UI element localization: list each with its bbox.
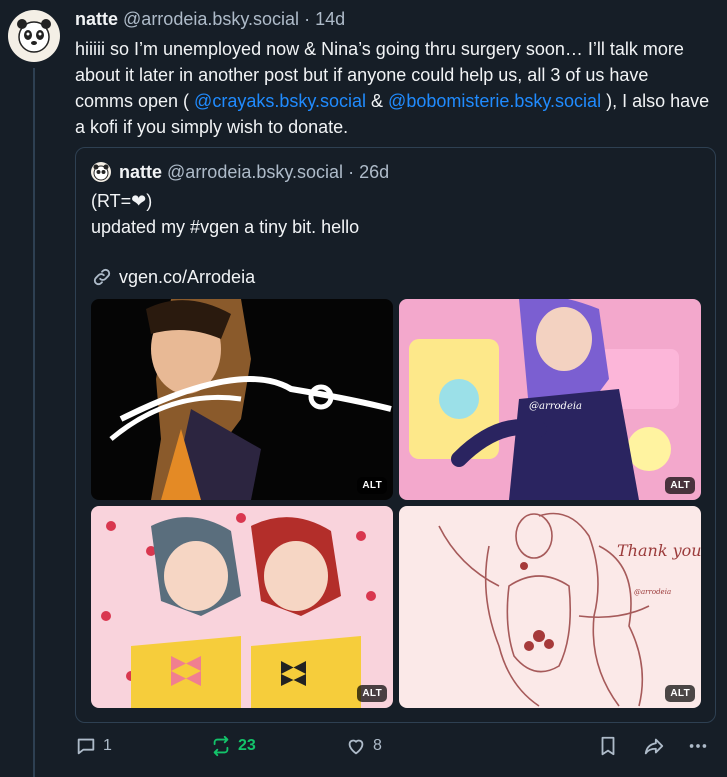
panda-avatar-icon xyxy=(17,19,51,53)
more-options-button[interactable] xyxy=(687,735,715,757)
bookmark-button[interactable] xyxy=(597,735,625,757)
alt-badge[interactable]: ALT xyxy=(665,685,695,702)
image-grid: ALT @arrodeia ALT ALT Thank you! @arrode… xyxy=(91,299,701,708)
artwork-braid-girl-icon xyxy=(91,299,393,500)
separator: · xyxy=(304,9,311,29)
avatar[interactable] xyxy=(8,10,60,62)
alt-badge[interactable]: ALT xyxy=(665,477,695,494)
quote-header: natte @arrodeia.bsky.social · 26d xyxy=(91,160,389,184)
like-count: 8 xyxy=(373,737,382,754)
share-button[interactable] xyxy=(643,735,671,757)
repost-icon xyxy=(213,735,229,757)
repost-button[interactable]: 23 xyxy=(210,735,256,757)
like-button[interactable]: 8 xyxy=(345,735,382,757)
post-text: hiiiii so I’m unemployed now & Nina’s go… xyxy=(75,36,710,140)
action-bar: 1 23 8 xyxy=(75,735,715,763)
artwork-thank-you-sketch-icon: Thank you! @arrodeia xyxy=(399,506,701,708)
artwork-two-idols-icon xyxy=(91,506,393,708)
heart-icon xyxy=(348,739,364,755)
quote-separator: · xyxy=(348,162,355,182)
quote-text: (RT=❤) updated my #vgen a tiny bit. hell… xyxy=(91,188,359,240)
more-dots-icon xyxy=(689,744,707,748)
bookmark-icon xyxy=(601,736,615,756)
handle[interactable]: @arrodeia.bsky.social xyxy=(123,9,299,29)
watermark: @arrodeia xyxy=(529,401,582,412)
quoted-post[interactable]: natte @arrodeia.bsky.social · 26d (RT=❤)… xyxy=(75,147,716,723)
image-2[interactable]: @arrodeia ALT xyxy=(399,299,701,500)
share-icon xyxy=(644,738,664,755)
panda-avatar-icon xyxy=(93,164,109,181)
post-text-part2: & xyxy=(366,91,389,111)
image-3[interactable]: ALT xyxy=(91,506,393,708)
timestamp[interactable]: 14d xyxy=(315,9,345,29)
mention-crayaks[interactable]: @crayaks.bsky.social xyxy=(194,91,366,111)
quote-timestamp: 26d xyxy=(359,162,390,182)
quote-line-2: updated my #vgen a tiny bit. hello xyxy=(91,217,360,237)
reply-button[interactable]: 1 xyxy=(75,735,112,757)
thread-line xyxy=(33,68,35,777)
artwork-purple-hair-girl-icon: @arrodeia xyxy=(399,299,701,500)
display-name[interactable]: natte xyxy=(75,9,118,29)
alt-badge[interactable]: ALT xyxy=(357,477,387,494)
thank-you-text: Thank you! xyxy=(617,541,701,560)
external-link[interactable]: vgen.co/Arrodeia xyxy=(91,264,255,290)
reply-count: 1 xyxy=(103,737,112,754)
quote-avatar xyxy=(91,162,111,182)
image-1[interactable]: ALT xyxy=(91,299,393,500)
alt-badge[interactable]: ALT xyxy=(357,685,387,702)
image-4[interactable]: Thank you! @arrodeia ALT xyxy=(399,506,701,708)
link-text[interactable]: vgen.co/Arrodeia xyxy=(119,264,255,290)
quote-display-name: natte xyxy=(119,162,163,182)
mention-bobomisterie[interactable]: @bobomisterie.bsky.social xyxy=(388,91,601,111)
watermark: @arrodeia xyxy=(634,588,671,596)
post[interactable]: natte @arrodeia.bsky.social · 14d hiiiii… xyxy=(75,6,715,140)
post-header: natte @arrodeia.bsky.social · 14d xyxy=(75,6,715,32)
reply-icon xyxy=(77,738,95,755)
quote-handle: @arrodeia.bsky.social xyxy=(167,162,344,182)
repost-count: 23 xyxy=(238,737,256,754)
link-icon xyxy=(93,268,111,286)
quote-line-1: (RT=❤) xyxy=(91,191,153,211)
